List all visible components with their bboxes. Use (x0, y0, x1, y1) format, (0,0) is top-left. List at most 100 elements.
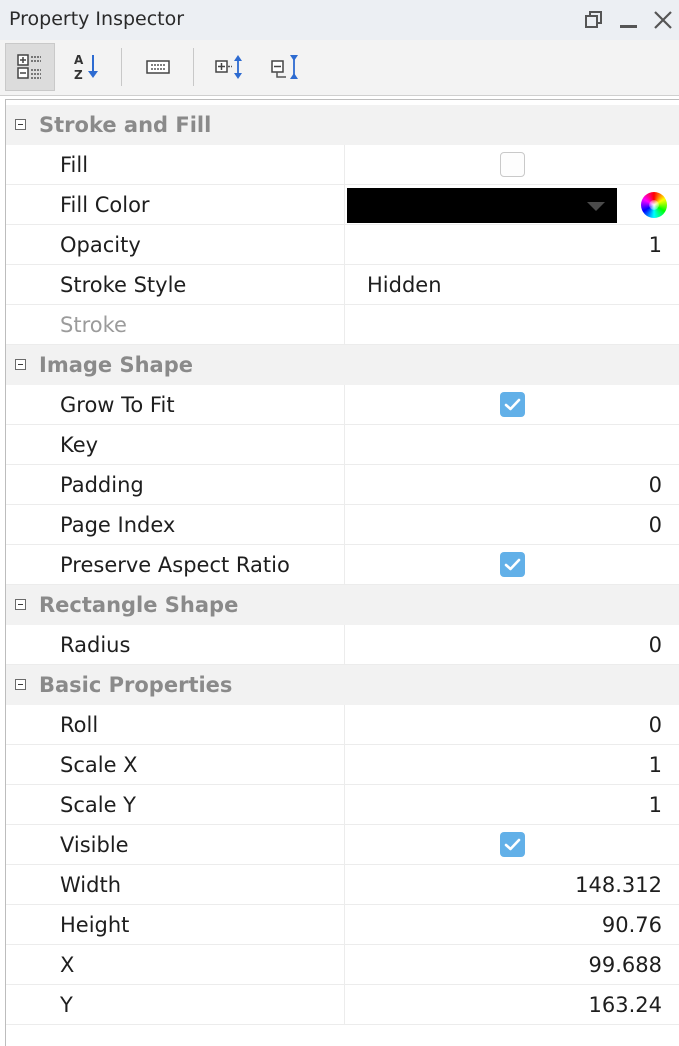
property-name: Width (60, 873, 122, 897)
property-name: Scale Y (60, 793, 137, 817)
property-value-cell[interactable]: 90.76 (344, 905, 679, 944)
property-name: X (60, 953, 75, 977)
expand-all-icon[interactable] (204, 43, 254, 91)
property-row-fill[interactable]: Fill (6, 145, 679, 185)
property-value-cell[interactable]: 1 (344, 225, 679, 264)
scale-y-value[interactable]: 1 (649, 793, 662, 817)
property-name: Height (60, 913, 130, 937)
categorized-view-icon[interactable] (5, 43, 55, 91)
property-name: Stroke Style (60, 273, 187, 297)
visible-checkbox[interactable] (500, 832, 525, 857)
property-row-scale-y[interactable]: Scale Y 1 (6, 785, 679, 825)
property-row-stroke: Stroke (6, 305, 679, 345)
toolbar-separator (121, 48, 122, 86)
window-title: Property Inspector (9, 8, 185, 30)
fill-color-dropdown[interactable] (347, 188, 617, 223)
scale-x-value[interactable]: 1 (649, 753, 662, 777)
category-label: Stroke and Fill (39, 113, 212, 137)
category-label: Rectangle Shape (39, 593, 239, 617)
property-value-cell[interactable]: Hidden (344, 265, 679, 304)
svg-text:Z: Z (74, 68, 83, 82)
property-name: Stroke (60, 313, 127, 337)
property-value-cell[interactable] (344, 145, 679, 184)
svg-text:A: A (74, 53, 84, 67)
category-label: Basic Properties (39, 673, 233, 697)
property-value-cell[interactable]: 0 (344, 465, 679, 504)
property-name: Radius (60, 633, 131, 657)
property-value-cell[interactable] (344, 545, 679, 584)
category-label: Image Shape (39, 353, 193, 377)
property-row-roll[interactable]: Roll 0 (6, 705, 679, 745)
property-row-y[interactable]: Y 163.24 (6, 985, 679, 1025)
property-name: Scale X (60, 753, 138, 777)
property-name: Fill Color (60, 193, 150, 217)
property-row-stroke-style[interactable]: Stroke Style Hidden (6, 265, 679, 305)
property-row-key[interactable]: Key (6, 425, 679, 465)
property-row-visible[interactable]: Visible (6, 825, 679, 865)
category-image-shape[interactable]: Image Shape (6, 345, 679, 385)
preserve-aspect-ratio-checkbox[interactable] (500, 552, 525, 577)
property-value-cell[interactable]: 163.24 (344, 985, 679, 1024)
color-wheel-icon[interactable] (641, 192, 667, 218)
property-value-cell[interactable] (344, 385, 679, 424)
property-name: Y (60, 993, 73, 1017)
property-value-cell[interactable]: 0 (344, 625, 679, 664)
opacity-value[interactable]: 1 (649, 233, 662, 257)
collapse-all-icon[interactable] (260, 43, 310, 91)
collapse-toggle-icon[interactable] (15, 679, 26, 690)
minimize-icon[interactable] (617, 8, 641, 32)
property-value-cell[interactable] (344, 825, 679, 864)
property-value-cell[interactable] (344, 185, 679, 224)
roll-value[interactable]: 0 (649, 713, 662, 737)
radius-value[interactable]: 0 (649, 633, 662, 657)
property-name: Grow To Fit (60, 393, 175, 417)
property-row-x[interactable]: X 99.688 (6, 945, 679, 985)
property-value-cell[interactable]: 0 (344, 705, 679, 744)
property-value-cell (344, 305, 679, 344)
property-row-grow-to-fit[interactable]: Grow To Fit (6, 385, 679, 425)
stroke-style-value[interactable]: Hidden (367, 273, 442, 297)
property-name: Fill (60, 153, 89, 177)
y-value[interactable]: 163.24 (589, 993, 662, 1017)
restore-icon[interactable] (582, 8, 606, 32)
property-row-page-index[interactable]: Page Index 0 (6, 505, 679, 545)
title-bar: Property Inspector (0, 0, 679, 40)
property-value-cell[interactable]: 0 (344, 505, 679, 544)
collapse-toggle-icon[interactable] (15, 599, 26, 610)
property-name: Roll (60, 713, 99, 737)
property-name: Page Index (60, 513, 176, 537)
chevron-down-icon[interactable] (587, 202, 605, 211)
category-rectangle-shape[interactable]: Rectangle Shape (6, 585, 679, 625)
width-value[interactable]: 148.312 (575, 873, 662, 897)
property-name: Visible (60, 833, 129, 857)
property-value-cell[interactable]: 148.312 (344, 865, 679, 904)
property-grid: Stroke and Fill Fill Fill Color Opacity … (5, 99, 679, 1046)
property-row-width[interactable]: Width 148.312 (6, 865, 679, 905)
property-value-cell[interactable] (344, 425, 679, 464)
property-row-scale-x[interactable]: Scale X 1 (6, 745, 679, 785)
height-value[interactable]: 90.76 (602, 913, 662, 937)
property-row-fill-color[interactable]: Fill Color (6, 185, 679, 225)
x-value[interactable]: 99.688 (589, 953, 662, 977)
page-index-value[interactable]: 0 (649, 513, 662, 537)
property-name: Opacity (60, 233, 141, 257)
property-row-height[interactable]: Height 90.76 (6, 905, 679, 945)
category-basic-properties[interactable]: Basic Properties (6, 665, 679, 705)
padding-value[interactable]: 0 (649, 473, 662, 497)
property-value-cell[interactable]: 1 (344, 785, 679, 824)
sort-alphabetical-icon[interactable]: A Z (62, 43, 112, 91)
property-row-preserve-aspect-ratio[interactable]: Preserve Aspect Ratio (6, 545, 679, 585)
fill-checkbox[interactable] (500, 152, 525, 177)
grow-to-fit-checkbox[interactable] (500, 392, 525, 417)
property-value-cell[interactable]: 99.688 (344, 945, 679, 984)
collapse-toggle-icon[interactable] (15, 359, 26, 370)
close-icon[interactable] (651, 8, 675, 32)
category-stroke-and-fill[interactable]: Stroke and Fill (6, 105, 679, 145)
property-row-opacity[interactable]: Opacity 1 (6, 225, 679, 265)
property-row-radius[interactable]: Radius 0 (6, 625, 679, 665)
property-row-padding[interactable]: Padding 0 (6, 465, 679, 505)
collapse-toggle-icon[interactable] (15, 119, 26, 130)
property-value-cell[interactable]: 1 (344, 745, 679, 784)
description-panel-icon[interactable] (133, 43, 183, 91)
property-name: Preserve Aspect Ratio (60, 553, 290, 577)
